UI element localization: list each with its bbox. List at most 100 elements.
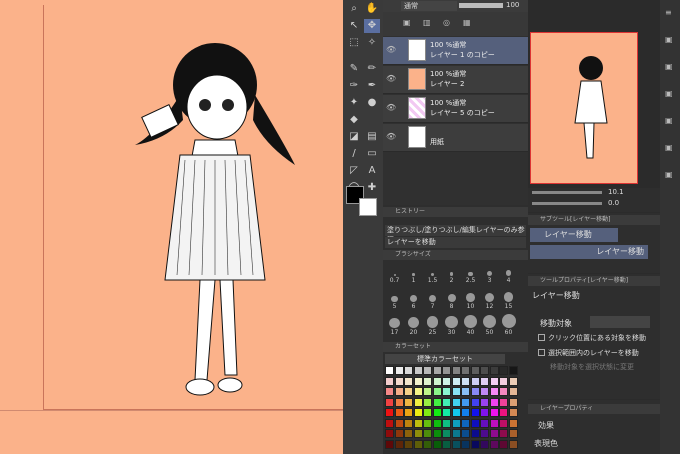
color-swatch[interactable] <box>470 397 480 407</box>
checkbox[interactable] <box>538 334 545 341</box>
color-swatch[interactable] <box>499 439 508 449</box>
color-swatch[interactable] <box>432 429 442 438</box>
brush-size-option[interactable]: 17 <box>386 314 403 338</box>
reference-icon[interactable]: ◎ <box>443 18 450 27</box>
brush-size-option[interactable]: 2.5 <box>462 262 479 286</box>
color-swatch[interactable] <box>499 429 508 438</box>
color-swatch[interactable] <box>404 429 413 438</box>
color-swatch[interactable] <box>423 397 432 407</box>
airbrush-icon[interactable]: ✒ <box>364 79 380 93</box>
layer-row[interactable]: 👁 100 %通常 レイヤー 1 のコピー <box>383 37 528 65</box>
color-swatch[interactable] <box>385 439 394 449</box>
color-swatch[interactable] <box>470 429 480 438</box>
zoom-icon[interactable]: ⌕ <box>346 2 362 16</box>
color-swatch[interactable] <box>508 387 518 396</box>
color-swatch[interactable] <box>461 429 470 438</box>
brush-icon[interactable]: ✑ <box>346 79 362 93</box>
eye-icon[interactable]: 👁 <box>386 103 396 112</box>
color-swatch[interactable] <box>385 418 394 428</box>
lock-icon[interactable]: ▣ <box>403 18 411 27</box>
color-swatch[interactable] <box>489 418 499 428</box>
drawing-canvas[interactable] <box>0 0 343 454</box>
color-swatch[interactable] <box>489 376 499 386</box>
frame-icon[interactable]: ▭ <box>364 147 380 161</box>
color-swatch[interactable] <box>385 387 394 396</box>
color-swatch[interactable] <box>508 366 518 375</box>
color-swatch[interactable] <box>423 376 432 386</box>
menu-icon[interactable]: ≡ <box>665 8 672 17</box>
color-swatch[interactable] <box>404 408 413 417</box>
color-swatch[interactable] <box>442 408 451 417</box>
correct-line-icon[interactable]: ✚ <box>364 181 380 195</box>
opacity-slider[interactable] <box>459 3 503 8</box>
mask-icon[interactable]: ▦ <box>463 18 471 27</box>
color-swatch[interactable] <box>480 408 489 417</box>
move-target-selector[interactable] <box>590 316 650 328</box>
color-swatch[interactable] <box>499 366 508 375</box>
color-swatch[interactable] <box>432 397 442 407</box>
color-swatch[interactable] <box>461 418 470 428</box>
auto-select-icon[interactable]: ✧ <box>364 36 380 50</box>
color-swatch[interactable] <box>394 429 404 438</box>
color-swatch[interactable] <box>413 408 423 417</box>
layer-row[interactable]: 👁 100 %通常 レイヤー 5 のコピー <box>383 95 528 123</box>
color-swatch[interactable] <box>499 418 508 428</box>
color-swatch[interactable] <box>404 418 413 428</box>
color-swatch[interactable] <box>480 397 489 407</box>
color-swatch[interactable] <box>451 387 461 396</box>
color-swatch[interactable] <box>461 439 470 449</box>
checkbox[interactable] <box>538 349 545 356</box>
angle-value[interactable]: 0.0 <box>608 199 619 207</box>
material-icon[interactable]: ▣ <box>665 89 673 98</box>
pencil-icon[interactable]: ✏ <box>364 62 380 76</box>
color-swatch[interactable] <box>461 387 470 396</box>
color-swatch[interactable] <box>404 397 413 407</box>
color-swatch[interactable] <box>442 387 451 396</box>
color-swatch[interactable] <box>413 439 423 449</box>
color-swatch[interactable] <box>470 376 480 386</box>
operation-icon[interactable]: ↖ <box>346 19 362 33</box>
layer-row[interactable]: 👁 用紙 <box>383 124 528 152</box>
history-item[interactable]: 塗りつぶし/塗りつぶし/編集レイヤーのみ参照 <box>385 225 526 244</box>
eraser-icon[interactable]: ◆ <box>346 113 362 127</box>
text-icon[interactable]: A <box>364 164 380 178</box>
color-swatch[interactable] <box>423 387 432 396</box>
color-swatch[interactable] <box>470 408 480 417</box>
color-swatch[interactable] <box>432 376 442 386</box>
color-swatch[interactable] <box>413 376 423 386</box>
color-swatch[interactable] <box>385 376 394 386</box>
material-icon[interactable]: ▣ <box>665 35 673 44</box>
brush-size-option[interactable]: 5 <box>386 288 403 312</box>
zoom-slider[interactable] <box>532 191 602 194</box>
clip-icon[interactable]: ▥ <box>423 18 431 27</box>
color-swatch[interactable] <box>508 397 518 407</box>
color-swatch[interactable] <box>442 376 451 386</box>
color-swatch[interactable] <box>470 439 480 449</box>
color-swatch[interactable] <box>489 408 499 417</box>
color-swatch[interactable] <box>394 408 404 417</box>
brush-size-option[interactable]: 10 <box>462 288 479 312</box>
color-swatch[interactable] <box>404 387 413 396</box>
color-swatch[interactable] <box>461 376 470 386</box>
color-swatch[interactable] <box>499 397 508 407</box>
pen-icon[interactable]: ✎ <box>346 62 362 76</box>
selection-icon[interactable]: ⬚ <box>346 36 362 50</box>
color-swatch[interactable] <box>423 418 432 428</box>
color-swatch[interactable] <box>508 439 518 449</box>
hand-icon[interactable]: ✋ <box>364 2 380 16</box>
move-layer-icon[interactable]: ✥ <box>364 19 380 33</box>
brush-size-option[interactable]: 50 <box>481 314 498 338</box>
color-swatch[interactable] <box>499 408 508 417</box>
color-swatch[interactable] <box>508 408 518 417</box>
color-swatch[interactable] <box>489 397 499 407</box>
color-swatch[interactable] <box>480 429 489 438</box>
brush-size-option[interactable]: 20 <box>405 314 422 338</box>
brush-size-option[interactable]: 2 <box>443 262 460 286</box>
color-swatch[interactable] <box>413 418 423 428</box>
color-swatch[interactable] <box>404 439 413 449</box>
color-swatch[interactable] <box>423 439 432 449</box>
color-swatch[interactable] <box>489 429 499 438</box>
brush-size-option[interactable]: 60 <box>500 314 517 338</box>
color-swatch[interactable] <box>394 387 404 396</box>
sub-color-swatch[interactable] <box>359 198 377 216</box>
